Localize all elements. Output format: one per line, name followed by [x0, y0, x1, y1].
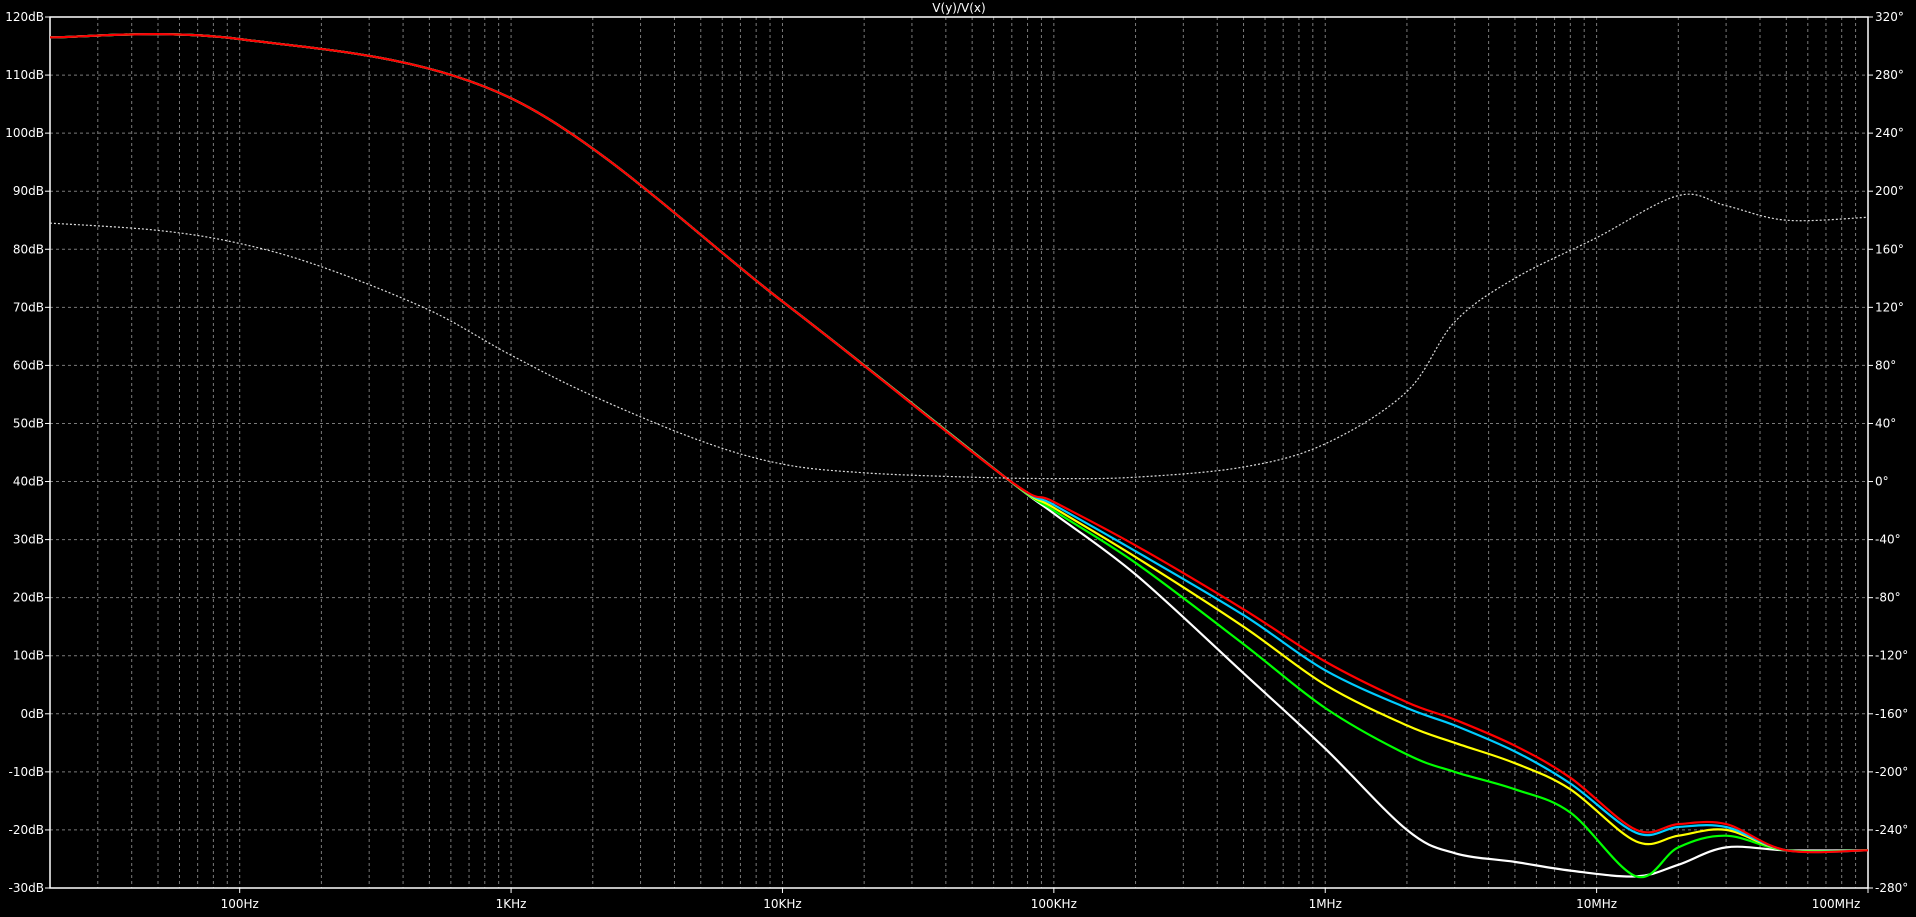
y2-tick-label: -200° — [1875, 765, 1908, 779]
y-tick-label: -20dB — [9, 823, 44, 837]
bode-plot: V(y)/V(x) 100Hz 1KHz 10KHz 100KHz 1MHz 10MHz 1… — [0, 0, 1916, 917]
y2-tick-label: -80° — [1875, 591, 1901, 605]
y-tick-label: 10dB — [13, 649, 44, 663]
y2-tick-label: -160° — [1875, 707, 1908, 721]
y-tick-label: 20dB — [13, 591, 44, 605]
y-tick-label: 110dB — [5, 68, 44, 82]
x-tick-label: 10KHz — [763, 897, 801, 911]
y-tick-label: 90dB — [13, 184, 44, 198]
y-tick-label: 60dB — [13, 358, 44, 372]
plot-background — [0, 0, 1916, 917]
y2-tick-label: 160° — [1875, 242, 1904, 256]
y-tick-label: 40dB — [13, 475, 44, 489]
y2-tick-label: -40° — [1875, 533, 1901, 547]
y-tick-label: 0dB — [21, 707, 44, 721]
y2-tick-label: 240° — [1875, 126, 1904, 140]
y-tick-label: -30dB — [9, 881, 44, 895]
chart-title: V(y)/V(x) — [932, 1, 985, 15]
y-tick-label: 30dB — [13, 533, 44, 547]
y-tick-label: 50dB — [13, 416, 44, 430]
x-tick-label: 10MHz — [1576, 897, 1617, 911]
y2-tick-label: -120° — [1875, 649, 1908, 663]
y2-tick-label: 280° — [1875, 68, 1904, 82]
x-tick-label: 100Hz — [221, 897, 259, 911]
y-tick-label: 80dB — [13, 242, 44, 256]
y2-tick-label: 0° — [1875, 475, 1889, 489]
y2-tick-label: 40° — [1875, 416, 1896, 430]
y2-tick-label: 120° — [1875, 300, 1904, 314]
y-tick-label: -10dB — [9, 765, 44, 779]
y2-tick-label: 200° — [1875, 184, 1904, 198]
x-tick-label: 100KHz — [1031, 897, 1077, 911]
x-tick-label: 1KHz — [496, 897, 527, 911]
y2-tick-label: -280° — [1875, 881, 1908, 895]
y-tick-label: 120dB — [5, 10, 44, 24]
y2-tick-label: 320° — [1875, 10, 1904, 24]
x-tick-label: 1MHz — [1309, 897, 1342, 911]
y-tick-label: 70dB — [13, 300, 44, 314]
y2-tick-label: -240° — [1875, 823, 1908, 837]
y2-tick-label: 80° — [1875, 358, 1896, 372]
x-tick-label: 100MHz — [1812, 897, 1861, 911]
y-tick-label: 100dB — [5, 126, 44, 140]
